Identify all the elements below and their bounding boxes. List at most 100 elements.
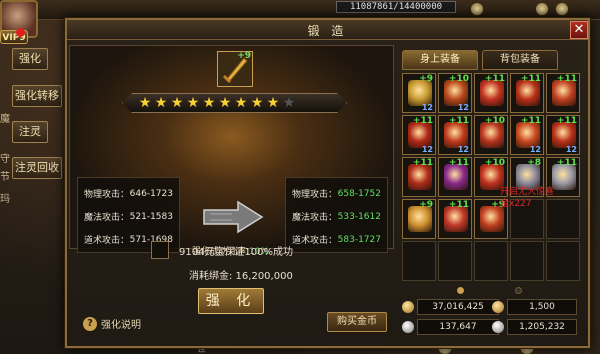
forge-item-slot[interactable]: +9 (217, 51, 253, 87)
equipment-slot[interactable]: +11 (402, 157, 436, 197)
side-text: 玛 (0, 194, 10, 205)
equipment-slot[interactable]: +10 12 (438, 73, 472, 113)
stat-label: 魔法攻击： (84, 213, 130, 223)
stat-value: 521-1583 (129, 211, 173, 222)
hud-icon[interactable] (535, 2, 549, 16)
star-filled-icon: ★ (138, 95, 152, 111)
item-plus-level: +10 (484, 158, 505, 168)
tab-equipped[interactable]: 身上装备 (402, 50, 478, 70)
top-hud-bar: 11087861/14400000 (0, 0, 600, 20)
infuse-side-button[interactable]: 注灵 (12, 121, 48, 143)
page-indicator[interactable] (515, 287, 522, 294)
stat-value: 658-1752 (337, 188, 381, 199)
side-text: 魔 (0, 114, 10, 125)
stat-value: 583-1727 (337, 234, 381, 245)
help-label: 强化说明 (101, 320, 141, 331)
stat-label: 道术攻击： (292, 236, 338, 246)
empty-slot[interactable] (546, 241, 580, 281)
item-plus-level: +10 (448, 74, 469, 84)
equipment-slot[interactable]: +11 12 (438, 115, 472, 155)
star-filled-icon: ★ (266, 95, 280, 111)
tab-bag[interactable]: 背包装备 (482, 50, 558, 70)
star-rating: ★ ★ ★ ★ ★ ★ ★ ★ ★ ★ (137, 94, 297, 112)
item-plus-level: +11 (556, 74, 577, 84)
star-filled-icon: ★ (218, 95, 232, 111)
empty-slot[interactable] (474, 241, 508, 281)
star-filled-icon: ★ (154, 95, 168, 111)
equipment-slot[interactable]: +11 (438, 199, 472, 239)
empty-slot[interactable] (402, 241, 436, 281)
item-count: 12 (421, 145, 433, 154)
strengthen-side-button[interactable]: 强化 (12, 48, 48, 70)
equipment-slot[interactable]: +11 (546, 73, 580, 113)
item-count: 12 (457, 145, 469, 154)
bound-yuanbao-icon (492, 321, 504, 333)
equipment-grid: +9 12 +10 12 +11 +11 +11 +11 12 +11 12 +10 +11 12 +11 1… (402, 73, 580, 285)
stat-label: 物理攻击： (292, 190, 338, 200)
item-plus-level: +11 (448, 158, 469, 168)
star-filled-icon: ★ (170, 95, 184, 111)
equipment-slot[interactable]: +11 12 (510, 115, 544, 155)
star-filled-icon: ★ (186, 95, 200, 111)
forge-area: +9 ★ ★ ★ ★ ★ ★ ★ ★ ★ ★ 物理攻击： 646-1723 魔法攻击： 521-158… (69, 45, 394, 257)
equipment-slot[interactable]: +11 (438, 157, 472, 197)
overlay-text: 开启尤大惊喜 金x227 (500, 186, 554, 210)
forge-dialog: 锻 造 ✕ +9 ★ ★ ★ ★ ★ ★ ★ ★ ★ ★ 物理攻击： 646-1723 魔法攻击： 5… (65, 18, 590, 348)
bound-gold-value: 137,647 (417, 319, 499, 335)
item-plus-level: +8 (527, 158, 541, 168)
equipment-slot[interactable]: +9 12 (402, 73, 436, 113)
dialog-title: 锻 造 (307, 24, 348, 38)
hp-display: 11087861/14400000 (336, 1, 456, 13)
item-count: 12 (421, 103, 433, 112)
star-empty-icon: ★ (282, 95, 296, 111)
item-plus-level: +11 (520, 116, 541, 126)
yuanbao-value: 1,500 (507, 299, 577, 315)
equipment-slot[interactable]: +9 (402, 199, 436, 239)
stat-value: 646-1723 (129, 188, 173, 199)
empty-slot[interactable] (510, 241, 544, 281)
forge-button[interactable]: 强 化 (198, 288, 264, 314)
side-text: 守 (0, 154, 10, 165)
item-plus-level: +11 (412, 116, 433, 126)
guarantee-label: 9104元宝保证100%成功 (179, 247, 294, 258)
bound-yuanbao-row: 1,205,232 (492, 319, 577, 335)
item-plus-level: +10 (484, 116, 505, 126)
notification-dot (16, 28, 25, 37)
item-plus-level: +9 (237, 51, 251, 61)
item-plus-level: +11 (412, 158, 433, 168)
item-plus-level: +11 (520, 74, 541, 84)
strengthen-transfer-side-button[interactable]: 强化转移 (12, 85, 62, 107)
item-plus-level: +11 (556, 158, 577, 168)
equipment-slot[interactable]: +11 (474, 73, 508, 113)
dialog-titlebar[interactable]: 锻 造 ✕ (67, 20, 588, 40)
overlay-line: 金x227 (500, 199, 532, 209)
page-indicator-active[interactable] (457, 287, 464, 294)
equipment-slot[interactable]: +11 12 (402, 115, 436, 155)
stat-label: 道术攻击： (84, 236, 130, 246)
item-plus-level: +9 (419, 200, 433, 210)
item-plus-level: +11 (556, 116, 577, 126)
hud-icon[interactable] (555, 2, 569, 16)
star-filled-icon: ★ (234, 95, 248, 111)
item-plus-level: +11 (448, 200, 469, 210)
stats-after: 物理攻击： 658-1752 魔法攻击： 533-1612 道术攻击： 583-172… (285, 177, 388, 253)
empty-slot[interactable] (438, 241, 472, 281)
stat-label: 物理攻击： (84, 190, 130, 200)
equipment-slot[interactable]: +10 (474, 115, 508, 155)
guarantee-checkbox[interactable] (151, 241, 169, 259)
item-plus-level: +9 (419, 74, 433, 84)
cost-label: 消耗绑金: 16,200,000 (189, 271, 293, 282)
stat-label: 魔法攻击： (292, 213, 338, 223)
help-link[interactable]: ? 强化说明 (83, 316, 141, 331)
infuse-recycle-side-button[interactable]: 注灵回收 (12, 157, 62, 179)
equipment-slot[interactable]: +11 12 (546, 115, 580, 155)
close-button[interactable]: ✕ (570, 21, 588, 39)
hud-icon[interactable] (470, 2, 484, 16)
side-text: 节 (0, 172, 10, 183)
gold-row: 37,016,425 (402, 299, 499, 315)
buy-gold-button[interactable]: 购买金币 (327, 312, 387, 332)
bound-gold-icon (402, 321, 414, 333)
item-count: 12 (457, 103, 469, 112)
item-plus-level: +11 (484, 74, 505, 84)
equipment-slot[interactable]: +11 (510, 73, 544, 113)
